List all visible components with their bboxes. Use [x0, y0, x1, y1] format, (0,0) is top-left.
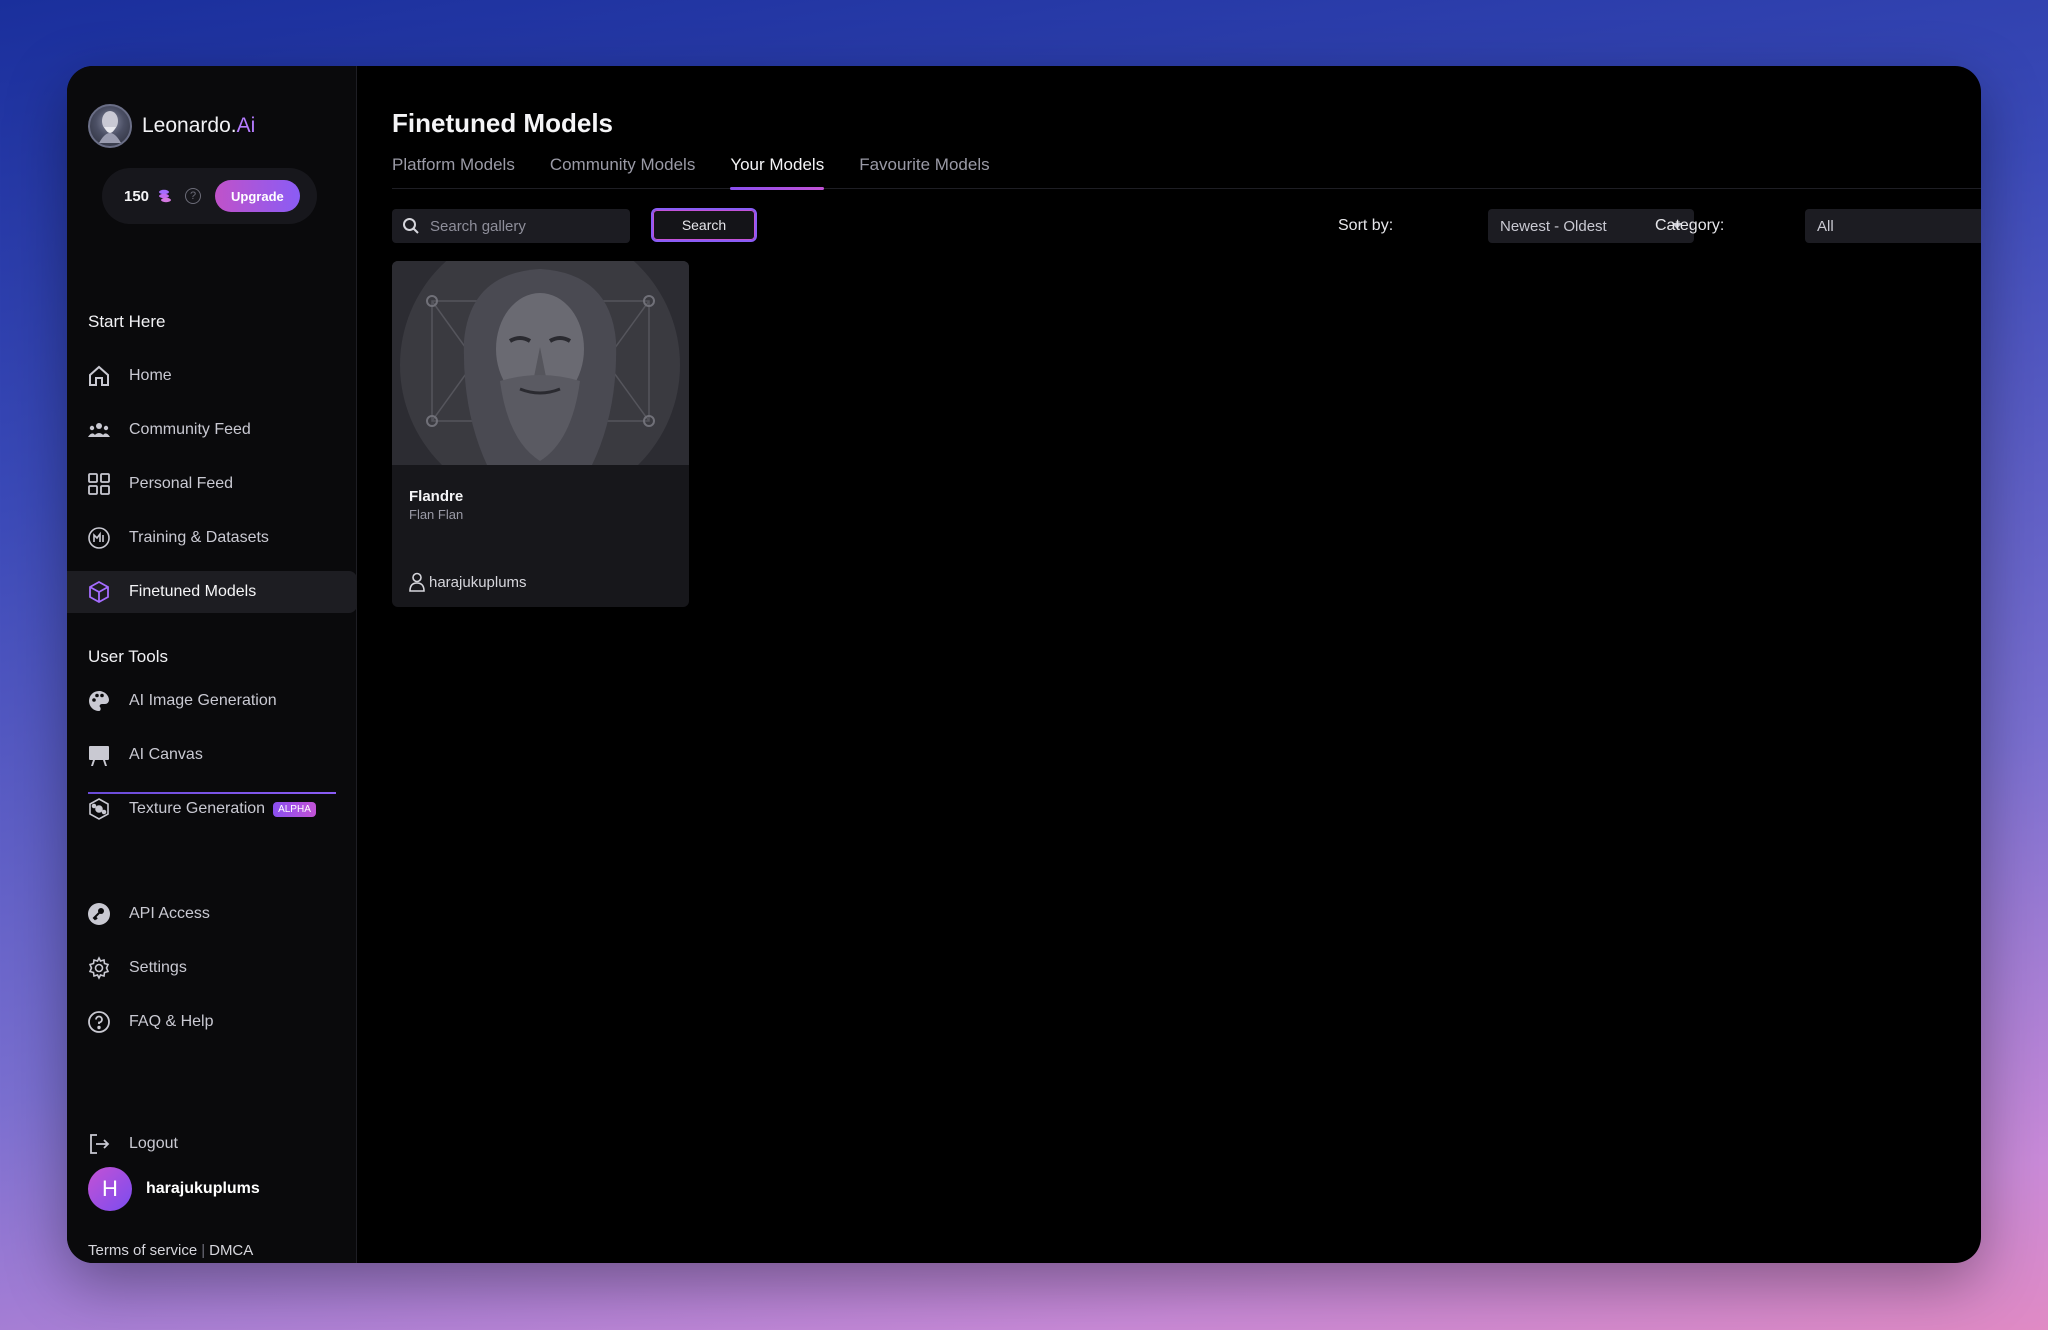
footer-separator: | — [201, 1242, 206, 1259]
model-owner: harajukuplums — [409, 572, 527, 592]
sidebar-item-settings[interactable]: Settings — [67, 947, 357, 989]
sidebar-item-texture-generation[interactable]: Texture Generation ALPHA — [67, 788, 357, 830]
upgrade-button[interactable]: Upgrade — [215, 180, 300, 212]
start-here-heading: Start Here — [88, 312, 166, 331]
terms-link[interactable]: Terms of service — [88, 1242, 197, 1259]
sidebar-item-ai-canvas[interactable]: AI Canvas — [67, 734, 357, 776]
brand-name: Leonardo.Ai — [142, 114, 256, 137]
user-icon — [409, 572, 425, 592]
sidebar-item-label: Personal Feed — [129, 475, 234, 492]
sidebar-item-label: Finetuned Models — [129, 583, 257, 600]
page-title: Finetuned Models — [392, 108, 613, 138]
sidebar-item-label: Training & Datasets — [129, 529, 269, 546]
sidebar-item-label: FAQ & Help — [129, 1013, 214, 1030]
model-owner-name: harajukuplums — [429, 573, 527, 591]
logout-button[interactable]: Logout — [67, 1123, 357, 1165]
sort-label: Sort by: — [1338, 217, 1394, 234]
app-window: Leonardo.Ai 150 ? Upgrade Start Here Hom… — [67, 66, 1981, 1263]
palette-icon — [87, 689, 111, 713]
sidebar-item-home[interactable]: Home — [67, 355, 357, 397]
sidebar-item-community-feed[interactable]: Community Feed — [67, 409, 357, 451]
model-name: Flandre — [409, 488, 464, 505]
logout-icon — [87, 1132, 111, 1156]
model-card[interactable]: Flandre Flan Flan harajukuplums — [392, 261, 689, 607]
logout-label: Logout — [129, 1135, 178, 1152]
credit-amount: 150 — [124, 187, 150, 205]
help-icon — [87, 1010, 111, 1034]
community-icon — [87, 418, 111, 442]
key-icon — [87, 902, 111, 926]
dmca-link[interactable]: DMCA — [209, 1242, 253, 1259]
sidebar-item-label: Texture Generation — [129, 800, 266, 817]
sidebar-item-faq-help[interactable]: FAQ & Help — [67, 1001, 357, 1043]
grid-icon — [87, 472, 111, 496]
sidebar-item-label: Home — [129, 367, 172, 384]
search-field — [392, 209, 630, 243]
gear-icon — [87, 956, 111, 980]
credit-balance: 150 ? Upgrade — [102, 168, 317, 224]
cube-icon — [87, 580, 111, 604]
sidebar-item-finetuned-models[interactable]: Finetuned Models — [67, 571, 357, 613]
credit-help-icon[interactable]: ? — [185, 188, 202, 204]
sort-value: Newest - Oldest — [1500, 217, 1607, 235]
search-button[interactable]: Search — [651, 208, 757, 242]
home-icon — [87, 364, 111, 388]
sidebar-item-personal-feed[interactable]: Personal Feed — [67, 463, 357, 505]
footer-links: Terms of service | DMCA — [88, 1242, 253, 1259]
model-subtitle: Flan Flan — [409, 507, 464, 522]
model-tabs: Platform Models Community Models Your Mo… — [392, 155, 1981, 190]
user-name: harajukuplums — [146, 1180, 260, 1197]
texture-icon — [87, 797, 111, 821]
sidebar-item-training-datasets[interactable]: Training & Datasets — [67, 517, 357, 559]
user-profile[interactable]: H harajukuplums — [88, 1167, 260, 1211]
sidebar-item-label: API Access — [129, 905, 210, 922]
tab-platform-models[interactable]: Platform Models — [392, 155, 515, 189]
sidebar-item-label: Settings — [129, 959, 187, 976]
search-icon — [403, 218, 419, 234]
category-value: All — [1817, 217, 1834, 235]
sidebar-item-label: AI Canvas — [129, 746, 203, 763]
sidebar-divider — [88, 792, 336, 794]
avatar: H — [88, 1167, 132, 1211]
coin-stack-icon — [159, 189, 172, 203]
brand-avatar-icon — [88, 104, 132, 148]
main-content: Finetuned Models Platform Models Communi… — [357, 66, 1981, 1263]
category-select[interactable]: All — [1805, 209, 1981, 243]
sidebar-item-ai-image-generation[interactable]: AI Image Generation — [67, 680, 357, 722]
sidebar-item-api-access[interactable]: API Access — [67, 893, 357, 935]
search-input[interactable] — [430, 217, 620, 235]
canvas-icon — [87, 743, 111, 767]
sidebar-item-label: Community Feed — [129, 421, 251, 438]
sidebar: Leonardo.Ai 150 ? Upgrade Start Here Hom… — [67, 66, 357, 1263]
training-icon — [87, 526, 111, 550]
user-tools-heading: User Tools — [88, 647, 168, 666]
tab-community-models[interactable]: Community Models — [550, 155, 696, 189]
model-thumbnail — [392, 261, 689, 465]
alpha-badge: ALPHA — [273, 801, 316, 817]
tab-your-models[interactable]: Your Models — [730, 155, 824, 190]
brand-logo[interactable]: Leonardo.Ai — [88, 104, 255, 148]
sidebar-item-label: AI Image Generation — [129, 692, 277, 709]
category-label: Category: — [1655, 217, 1725, 234]
tab-favourite-models[interactable]: Favourite Models — [859, 155, 989, 189]
